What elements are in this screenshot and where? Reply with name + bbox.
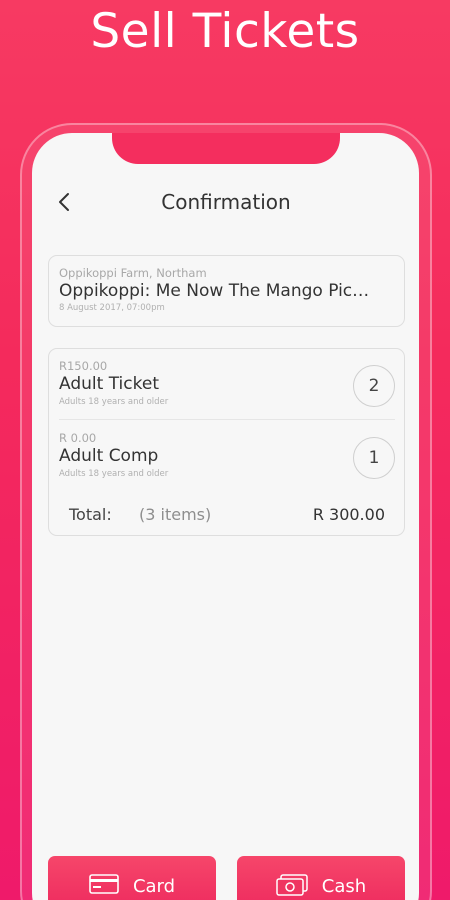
page-headline: Sell Tickets (90, 4, 360, 59)
ticket-price: R150.00 (59, 359, 108, 373)
ticket-description: Adults 18 years and older (59, 469, 169, 479)
total-row: Total: (3 items) R 300.00 (69, 505, 385, 527)
tickets-summary-card: R150.00 Adult Ticket Adults 18 years and… (48, 348, 405, 536)
event-venue: Oppikoppi Farm, Northam (59, 266, 207, 280)
screen-title: Confirmation (161, 190, 291, 214)
row-divider (59, 419, 395, 420)
ticket-name: Adult Comp (59, 446, 159, 466)
ticket-description: Adults 18 years and older (59, 397, 169, 407)
cash-button-label: Cash (321, 876, 367, 897)
ticket-quantity-badge[interactable]: 2 (353, 365, 395, 407)
ticket-row: R150.00 Adult Ticket Adults 18 years and… (59, 349, 395, 409)
back-button[interactable] (52, 190, 76, 218)
total-item-count: (3 items) (139, 505, 212, 524)
phone-notch (112, 133, 340, 164)
ticket-name: Adult Ticket (59, 374, 159, 394)
cash-icon (276, 874, 308, 896)
ticket-quantity-badge[interactable]: 1 (353, 437, 395, 479)
card-button-label: Card (132, 876, 176, 897)
total-amount: R 300.00 (312, 505, 385, 524)
ticket-row: R 0.00 Adult Comp Adults 18 years and ol… (59, 421, 395, 481)
ticket-price: R 0.00 (59, 431, 97, 445)
pay-by-card-button[interactable]: Card (48, 856, 216, 900)
pay-by-cash-button[interactable]: Cash (237, 856, 405, 900)
chevron-left-icon (58, 192, 70, 216)
total-label: Total: (69, 505, 112, 524)
credit-card-icon (89, 874, 119, 894)
event-summary-card: Oppikoppi Farm, Northam Oppikoppi: Me No… (48, 255, 405, 327)
event-datetime: 8 August 2017, 07:00pm (59, 303, 165, 313)
event-name: Oppikoppi: Me Now The Mango Pic… (59, 281, 370, 301)
